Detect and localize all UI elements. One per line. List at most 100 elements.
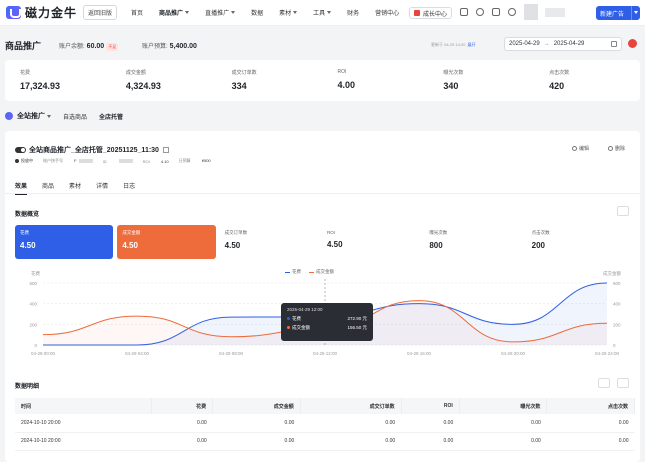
- column-header[interactable]: 花费: [151, 398, 214, 414]
- metric-card[interactable]: 成交金额 4.50: [117, 225, 216, 259]
- table-header: 时间 花费 成交金额 成交订单数 ROI 曝光次数 点击次数: [15, 398, 635, 414]
- tooltip-row: 成交金额 156.50 元: [287, 325, 367, 331]
- metric-card[interactable]: 点击次数 200: [527, 225, 625, 259]
- column-settings-icon[interactable]: [598, 378, 610, 388]
- divider: [5, 193, 640, 194]
- growth-center-button[interactable]: 成长中心: [409, 7, 453, 19]
- status-badge: 投放中: [15, 158, 33, 164]
- chevron-down-icon: [185, 11, 190, 14]
- chevron-down-icon[interactable]: [634, 11, 638, 14]
- budget-value: 5,400.00: [169, 43, 197, 50]
- y-tick-label-right: 200: [613, 322, 621, 327]
- balance-value: 60.00: [86, 43, 105, 50]
- column-header[interactable]: 成交金额: [212, 398, 301, 414]
- chevron-down-icon: [231, 11, 236, 14]
- calendar-icon: [611, 41, 617, 47]
- logo-icon: [6, 6, 21, 19]
- chevron-down-icon: [293, 11, 298, 14]
- nav-item[interactable]: 素材: [279, 8, 298, 17]
- nav-item[interactable]: 数据: [251, 8, 263, 17]
- page-title: 商品推广: [5, 41, 42, 51]
- promotion-type-dropdown[interactable]: 全站推广: [17, 111, 45, 121]
- campaign-budget: ¥500: [201, 158, 211, 163]
- settings-icon[interactable]: [508, 8, 516, 16]
- metric-card[interactable]: 成交订单数 4.50: [220, 225, 318, 259]
- tooltip-row: 花费 272.90 元: [287, 316, 367, 322]
- table-cell: 0.00: [212, 432, 301, 451]
- metric-card[interactable]: 花费 4.50: [15, 225, 114, 259]
- table-cell: 0.00: [546, 432, 635, 451]
- edit-name-icon[interactable]: [162, 147, 169, 153]
- column-header[interactable]: ROI: [401, 398, 460, 414]
- old-version-button[interactable]: 返回旧版: [83, 5, 118, 20]
- date-range-picker[interactable]: 2025-04-29 → 2025-04-29: [504, 37, 622, 51]
- nav-item[interactable]: 直播推广: [205, 8, 236, 17]
- nav-item[interactable]: 工具: [313, 8, 332, 17]
- x-tick-label: 04-29 16:00: [407, 351, 432, 356]
- table-cell: 0.00: [300, 432, 402, 451]
- promotion-type-tabs: 全站推广 自选商品 全店托管: [5, 108, 123, 124]
- kpi-value: 4,324.93: [125, 81, 161, 91]
- logo[interactable]: 磁力金牛: [6, 4, 77, 21]
- campaign-title: 全站商品推广_全店托管_20251125_11:30: [15, 145, 169, 155]
- nav-item[interactable]: 财务: [347, 8, 359, 17]
- column-header[interactable]: 曝光次数: [459, 398, 548, 414]
- new-ad-button[interactable]: 新建广告: [596, 6, 640, 20]
- kpi-value: 420: [549, 81, 565, 91]
- message-icon[interactable]: [460, 8, 468, 16]
- expand-link[interactable]: 展开: [467, 42, 475, 47]
- column-header[interactable]: 点击次数: [546, 398, 635, 414]
- metric-value: 4.50: [224, 241, 241, 250]
- campaign-toggle[interactable]: [15, 147, 26, 153]
- settings-icon[interactable]: [617, 206, 629, 216]
- date-range-arrow: →: [543, 41, 550, 47]
- metric-label: 曝光次数: [429, 230, 448, 235]
- notification-icon[interactable]: [476, 8, 484, 16]
- tab-self-selected[interactable]: 自选商品: [63, 112, 87, 121]
- chart-tooltip: 2025-04-29 12:00 花费 272.90 元 成交金额 156.50 元: [281, 303, 373, 341]
- nav-item[interactable]: 首页: [131, 8, 143, 17]
- edit-button[interactable]: 编辑: [572, 145, 589, 152]
- kpi-value: 334: [231, 81, 247, 91]
- metric-value: 200: [531, 241, 545, 250]
- avatar[interactable]: [524, 4, 538, 20]
- table-cell: 0.00: [151, 414, 213, 433]
- table-row: 2024-10-10 20:00 0.00 0.00 0.00 0.00 0.00 0.00: [15, 432, 635, 451]
- column-header[interactable]: 时间: [15, 398, 153, 414]
- kpi-label: ROI: [337, 69, 347, 75]
- tab-store-managed[interactable]: 全店托管: [99, 112, 123, 121]
- y-tick-label: 0: [34, 343, 37, 348]
- metric-label: 点击次数: [531, 230, 550, 235]
- date-start: 2025-04-29: [509, 41, 540, 47]
- column-header[interactable]: 成交订单数: [300, 398, 402, 414]
- delete-button[interactable]: 删除: [608, 145, 625, 152]
- table-cell: 0.00: [151, 432, 213, 451]
- chevron-down-icon[interactable]: [47, 114, 51, 118]
- nav-item[interactable]: 营销中心: [375, 8, 399, 17]
- metric-card[interactable]: ROI 4.50: [322, 225, 420, 259]
- kpi-label: 成交金额: [125, 70, 146, 76]
- update-time: 更新于 04-29 14:20 展开: [431, 42, 476, 47]
- balance-status-badge[interactable]: 不足: [106, 43, 119, 51]
- nav-item[interactable]: 商品推广: [159, 8, 190, 17]
- kpi-item: 成交订单数 334: [217, 60, 323, 101]
- overview-title: 数据概览: [15, 212, 40, 218]
- download-icon[interactable]: [617, 378, 629, 388]
- kpi-label: 点击次数: [549, 70, 570, 76]
- account-name-redacted[interactable]: [545, 8, 565, 17]
- kpi-value: 4.00: [337, 80, 356, 90]
- growth-label: 成长中心: [423, 11, 448, 18]
- metric-card[interactable]: 曝光次数 800: [424, 225, 522, 259]
- table-cell: 0.00: [546, 414, 635, 433]
- y-tick-label: 400: [29, 302, 37, 307]
- bug-icon[interactable]: [628, 39, 637, 48]
- metric-value: 4.50: [326, 240, 343, 249]
- help-icon[interactable]: [492, 8, 500, 16]
- x-tick-label: 04-29 08:00: [219, 351, 244, 356]
- y-tick-label: 200: [29, 322, 37, 327]
- metric-value: 800: [429, 241, 443, 250]
- page-header: 商品推广 账户余额: 60.00 不足 账户预算: 5,400.00 更新于 04-2…: [0, 30, 645, 58]
- detail-table: 时间 花费 成交金额 成交订单数 ROI 曝光次数 点击次数 2024-10-10 20:00…: [15, 398, 635, 451]
- table-cell: 2024-10-10 20:00: [15, 432, 152, 451]
- metric-cards: 花费 4.50 成交金额 4.50 成交订单数 4.50 ROI 4.50 曝光次数 800 点击次…: [15, 225, 629, 259]
